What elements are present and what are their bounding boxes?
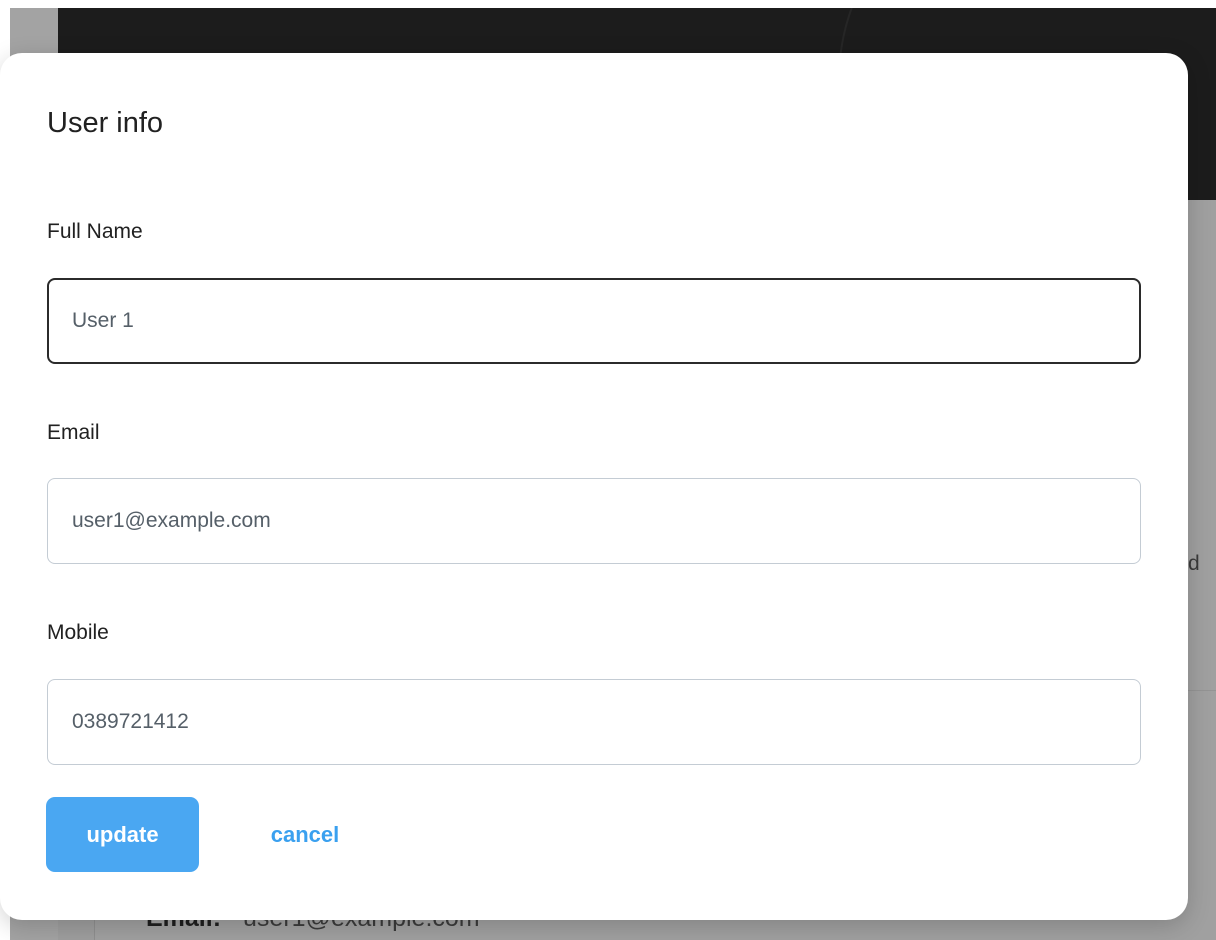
cancel-button[interactable]: cancel [240,797,370,872]
email-input[interactable] [47,478,1141,564]
email-label: Email [47,421,100,444]
dialog-title: User info [47,107,164,139]
screen: d Email:user1@example.com User info Full… [0,0,1216,940]
mobile-label: Mobile [47,621,109,644]
user-info-dialog: User info Full Name Email Mobile update … [0,53,1188,920]
full-name-input[interactable] [47,278,1141,364]
update-button[interactable]: update [46,797,199,872]
mobile-input[interactable] [47,679,1141,765]
full-name-label: Full Name [47,220,143,243]
background-partial-text: d [1188,552,1200,575]
